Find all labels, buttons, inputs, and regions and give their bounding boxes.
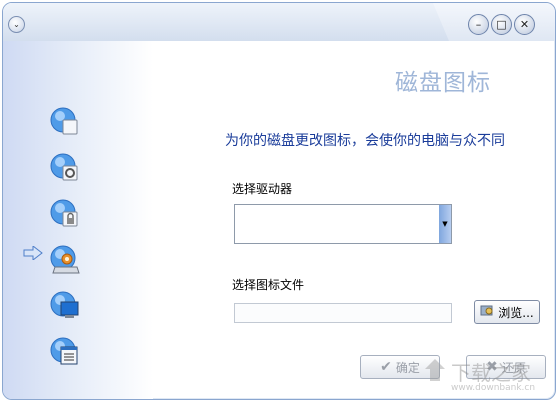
title-tab [3,3,449,41]
minimize-icon: – [475,18,482,31]
close-icon: ✕ [519,18,530,31]
maximize-button[interactable]: □ [491,14,512,35]
watermark-logo-icon [425,359,445,381]
drive-label: 选择驱动器 [232,182,293,196]
watermark-text: 下载之家 [451,361,531,385]
page-title: 磁盘图标 [395,70,491,96]
current-step-arrow-icon [23,246,43,260]
ok-label: 确定 [395,360,420,375]
drive-dropdown-button[interactable]: ▼ [439,205,451,243]
drive-select[interactable]: ▼ [234,204,452,244]
disk-drive-icon[interactable] [49,245,81,277]
title-bar[interactable]: ⌄ – □ ✕ [3,3,555,41]
browse-button[interactable]: 浏览... [474,300,540,324]
folder-gear-icon[interactable] [49,152,81,184]
window-list-icon[interactable] [49,336,81,368]
folder-icon[interactable] [49,106,81,138]
system-menu-button[interactable]: ⌄ [8,16,25,33]
triangle-down-icon: ▼ [442,220,448,228]
minimize-button[interactable]: – [468,14,489,35]
icon-file-field[interactable] [234,303,452,323]
chevron-down-icon: ⌄ [13,20,20,29]
watermark-url: www.downbank.cn [451,383,536,393]
browse-label: 浏览... [498,305,534,320]
monitor-icon[interactable] [49,290,81,322]
page-subtitle: 为你的磁盘更改图标，会使你的电脑与众不同 [225,133,505,149]
browse-folder-icon [480,303,494,321]
maximize-icon: □ [496,18,507,31]
watermark: 下载之家 www.downbank.cn [423,355,553,395]
icon-file-label: 选择图标文件 [232,278,305,292]
checkmark-icon: ✔ [380,359,392,375]
folder-lock-icon[interactable] [49,198,81,230]
dialog-window: ⌄ – □ ✕ 磁盘图标 为你的磁盘更改图标，会使你的电脑与众不同 选择驱动器 … [2,2,556,400]
close-button[interactable]: ✕ [514,14,535,35]
